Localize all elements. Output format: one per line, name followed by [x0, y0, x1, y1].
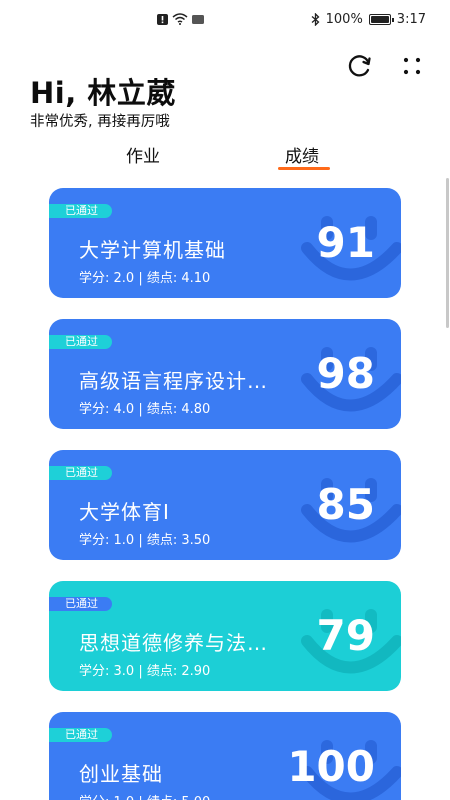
grade-card[interactable]: 已通过 思想道德修养与法… 学分: 3.0 | 绩点: 2.90 79 [49, 581, 401, 691]
score-value: 85 [316, 480, 375, 529]
course-name: 高级语言程序设计… [79, 369, 268, 393]
battery-percent: 100% [325, 12, 363, 27]
tab-homework[interactable]: 作业 [126, 142, 160, 167]
bluetooth-icon [311, 13, 320, 26]
score-value: 100 [287, 742, 375, 791]
score-value: 79 [316, 611, 375, 660]
scrollbar[interactable] [446, 178, 449, 328]
credit-gpa-text: 学分: 2.0 | 绩点: 4.10 [79, 271, 211, 286]
course-name: 创业基础 [79, 762, 163, 786]
status-right-icons: 100% 3:17 [311, 12, 426, 27]
wifi-icon [172, 13, 188, 25]
more-dots-icon [403, 57, 421, 75]
status-badge: 已通过 [49, 728, 112, 742]
top-actions [346, 52, 426, 80]
page-subtitle: 非常优秀, 再接再厉哦 [30, 114, 170, 130]
grade-card[interactable]: 已通过 大学体育I 学分: 1.0 | 绩点: 3.50 85 [49, 450, 401, 560]
tab-grades[interactable]: 成绩 [285, 142, 319, 167]
credit-gpa-text: 学分: 3.0 | 绩点: 2.90 [79, 664, 211, 679]
tab-active-indicator [278, 167, 330, 170]
score-value: 98 [316, 349, 375, 398]
more-button[interactable] [398, 52, 426, 80]
status-time: 3:17 [396, 12, 426, 27]
tab-bar: 作业 成绩 [0, 142, 450, 174]
data-icon [192, 14, 204, 24]
course-name: 大学计算机基础 [79, 238, 226, 262]
grade-card[interactable]: 已通过 高级语言程序设计… 学分: 4.0 | 绩点: 4.80 98 [49, 319, 401, 429]
course-name: 大学体育I [79, 500, 170, 524]
credit-gpa-text: 学分: 4.0 | 绩点: 4.80 [79, 402, 211, 417]
status-badge: 已通过 [49, 204, 112, 218]
refresh-button[interactable] [346, 52, 374, 80]
grade-card[interactable]: 已通过 创业基础 学分: 1.0 | 绩点: 5.00 100 [49, 712, 401, 800]
refresh-icon [348, 55, 371, 77]
credit-gpa-text: 学分: 1.0 | 绩点: 5.00 [79, 791, 210, 800]
page-title: Hi, 林立葳 [30, 76, 176, 110]
battery-icon [368, 14, 394, 25]
status-left-icons [157, 13, 204, 25]
status-bar: 100% 3:17 [0, 0, 450, 40]
alert-icon [157, 13, 168, 25]
status-badge: 已通过 [49, 466, 112, 480]
course-name: 思想道德修养与法… [79, 631, 268, 655]
status-badge: 已通过 [49, 335, 112, 349]
grade-card[interactable]: 已通过 大学计算机基础 学分: 2.0 | 绩点: 4.10 91 [49, 188, 401, 298]
credit-gpa-text: 学分: 1.0 | 绩点: 3.50 [79, 533, 211, 548]
status-badge: 已通过 [49, 597, 112, 611]
score-value: 91 [316, 218, 375, 267]
